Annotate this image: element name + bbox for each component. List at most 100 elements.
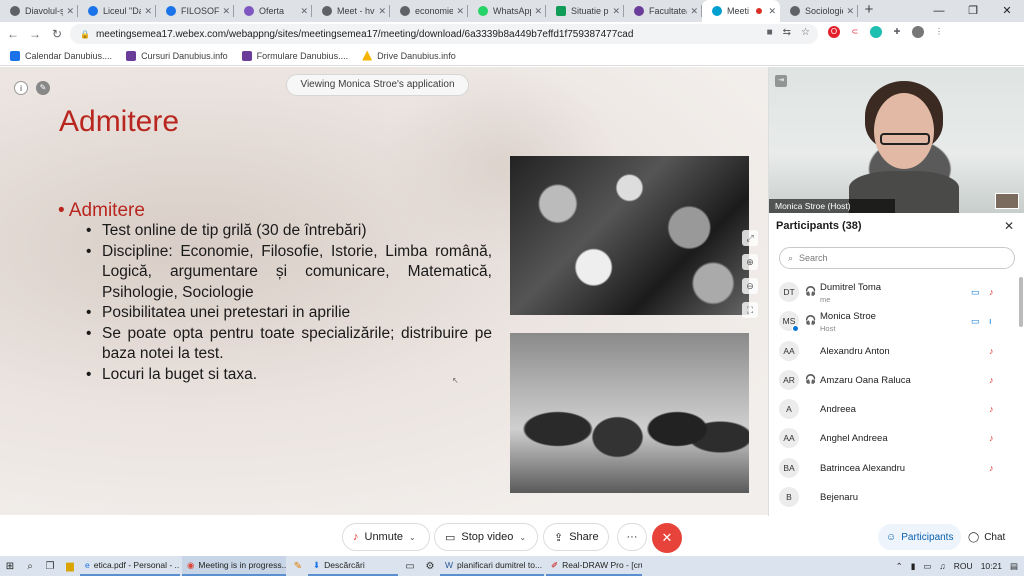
participant-row[interactable]: A Andreea ♪: [769, 394, 1019, 423]
extension-icon[interactable]: ⊂: [849, 26, 861, 38]
browser-tab-active[interactable]: Meeti ✕: [702, 0, 780, 22]
fit-icon[interactable]: ⤢: [742, 230, 758, 246]
chat-button[interactable]: ◯ Chat: [960, 524, 1013, 550]
bookmark-item[interactable]: Calendar Danubius....: [10, 50, 112, 61]
browser-tab[interactable]: Oferta ✕: [234, 0, 312, 22]
new-tab-button[interactable]: +: [858, 0, 880, 22]
network-icon[interactable]: ▭: [923, 561, 931, 572]
zoom-in-icon[interactable]: ⊕: [742, 254, 758, 270]
mic-muted-icon[interactable]: ♪: [989, 287, 994, 297]
participant-row[interactable]: AA Alexandru Anton ♪: [769, 336, 1019, 365]
search-icon[interactable]: ⌕: [20, 561, 40, 572]
url-field[interactable]: 🔒 meetingsemea17.webex.com/webappng/site…: [70, 24, 818, 44]
tray-icon[interactable]: ▮: [911, 561, 916, 572]
bookmark-item[interactable]: Formulare Danubius....: [241, 50, 348, 61]
opera-icon[interactable]: O: [828, 26, 840, 38]
close-tab-icon[interactable]: ✕: [690, 6, 698, 17]
participant-name: Amzaru Oana Raluca: [820, 374, 911, 386]
annotate-icon[interactable]: ✎: [36, 81, 50, 95]
maximize-button[interactable]: ❐: [956, 0, 990, 22]
participants-button[interactable]: ☺ Participants: [878, 524, 962, 550]
windows-start-icon[interactable]: ⊞: [0, 561, 20, 572]
zoom-controls: ⤢ ⊕ ⊖ ⛶: [741, 230, 759, 318]
omnibox-actions: ■ ⇆ ☆: [767, 27, 810, 38]
browser-tab[interactable]: Diavolul-ș ✕: [0, 0, 78, 22]
close-tab-icon[interactable]: ✕: [456, 6, 464, 17]
translate-icon[interactable]: ⇆: [783, 27, 791, 38]
file-explorer-icon[interactable]: ▆: [60, 561, 80, 572]
leave-meeting-button[interactable]: ✕: [652, 523, 682, 553]
minimize-button[interactable]: —: [922, 0, 956, 22]
volume-icon[interactable]: ♫: [939, 561, 945, 571]
taskbar-app[interactable]: Wplanificari dumitrel to...: [440, 556, 544, 576]
notifications-icon[interactable]: ▤: [1010, 561, 1018, 572]
edge-icon: e: [85, 560, 90, 570]
taskbar-app[interactable]: ✐Real-DRAW Pro - [cru...: [546, 556, 642, 576]
participant-row[interactable]: DT 🎧 Dumitrel Toma me ▭ ♪: [769, 277, 1019, 306]
participants-scrollbar[interactable]: [1019, 277, 1023, 327]
unmute-button[interactable]: ♪ Unmute ⌄: [342, 523, 430, 551]
chevron-down-icon[interactable]: ⌄: [409, 533, 416, 542]
close-tab-icon[interactable]: ✕: [300, 6, 308, 17]
chevron-down-icon[interactable]: ⌄: [519, 533, 526, 542]
bookmark-item[interactable]: Cursuri Danubius.info: [126, 50, 228, 61]
reload-icon[interactable]: ↻: [48, 27, 66, 41]
tray-icon[interactable]: ⌃: [896, 561, 903, 572]
bookmark-star-icon[interactable]: ☆: [801, 27, 810, 38]
zoom-out-icon[interactable]: ⊖: [742, 278, 758, 294]
bookmark-item[interactable]: Drive Danubius.info: [362, 50, 456, 61]
close-tab-icon[interactable]: ✕: [378, 6, 386, 17]
app-icon[interactable]: ⚙: [420, 561, 440, 572]
menu-icon[interactable]: ⋮: [933, 26, 945, 38]
close-tab-icon[interactable]: ✕: [66, 6, 74, 17]
host-video[interactable]: ⇥ Monica Stroe (Host): [769, 67, 1024, 213]
pen-icon[interactable]: ✎: [288, 561, 308, 572]
share-button[interactable]: ⇪ Share: [543, 523, 609, 551]
participant-name: Dumitrel Toma: [820, 282, 882, 293]
close-tab-icon[interactable]: ✕: [222, 6, 230, 17]
close-tab-icon[interactable]: ✕: [612, 6, 620, 17]
close-tab-icon[interactable]: ✕: [534, 6, 542, 17]
browser-tab[interactable]: Facultatea ✕: [624, 0, 702, 22]
participant-search-input[interactable]: ⌕ Search: [779, 247, 1015, 269]
pin-icon[interactable]: ⇥: [775, 75, 787, 87]
more-options-button[interactable]: ···: [617, 523, 647, 551]
avatar[interactable]: [912, 26, 924, 38]
participant-row[interactable]: B Bejenaru: [769, 482, 1019, 511]
language-indicator[interactable]: ROU: [954, 561, 973, 571]
browser-tab[interactable]: Situatie p ✕: [546, 0, 624, 22]
browser-tab[interactable]: WhatsApp ✕: [468, 0, 546, 22]
browser-tab[interactable]: Sociologie ✕: [780, 0, 858, 22]
taskbar-app[interactable]: e etica.pdf - Personal - ...: [80, 556, 180, 576]
participant-row[interactable]: MS 🎧 Monica Stroe Host ▭ ı: [769, 306, 1019, 335]
taskbar-app[interactable]: ◉ Meeting is in progress...: [182, 556, 286, 576]
extension-icon[interactable]: [870, 26, 882, 38]
close-tab-icon[interactable]: ✕: [846, 6, 854, 17]
participant-row[interactable]: AR 🎧 Amzaru Oana Raluca ♪: [769, 365, 1019, 394]
browser-tab[interactable]: Meet - hvi ✕: [312, 0, 390, 22]
browser-tab[interactable]: economie ✕: [390, 0, 468, 22]
participants-label: Participants: [901, 531, 954, 543]
close-window-button[interactable]: ✕: [990, 0, 1024, 22]
browser-tab[interactable]: FILOSOFIE✕: [156, 0, 234, 22]
participant-row[interactable]: BA Batrincea Alexandru ♪: [769, 453, 1019, 482]
camera-icon[interactable]: ■: [767, 27, 773, 38]
stop-video-button[interactable]: ▭ Stop video ⌄: [434, 523, 538, 551]
fullscreen-icon[interactable]: ⛶: [742, 302, 758, 318]
forward-icon[interactable]: →: [26, 27, 44, 41]
close-tab-icon[interactable]: ✕: [144, 6, 152, 17]
close-tab-icon[interactable]: ✕: [768, 6, 776, 17]
participant-role: Host: [820, 324, 836, 334]
taskbar-app[interactable]: ⬇ Descărcări: [308, 556, 398, 576]
self-view-thumbnail[interactable]: [995, 193, 1019, 209]
browser-tab[interactable]: Liceul "Da ✕: [78, 0, 156, 22]
close-icon[interactable]: ✕: [1004, 219, 1014, 233]
app-icon[interactable]: ▭: [400, 561, 420, 572]
participant-row[interactable]: AA Anghel Andreea ♪: [769, 423, 1019, 452]
task-view-icon[interactable]: ❐: [40, 561, 60, 572]
puzzle-icon[interactable]: ✚: [891, 26, 903, 38]
back-icon[interactable]: ←: [4, 27, 22, 41]
mic-muted-icon: ♪: [989, 345, 994, 356]
info-icon[interactable]: i: [14, 81, 28, 95]
clock[interactable]: 10:21: [981, 561, 1002, 571]
